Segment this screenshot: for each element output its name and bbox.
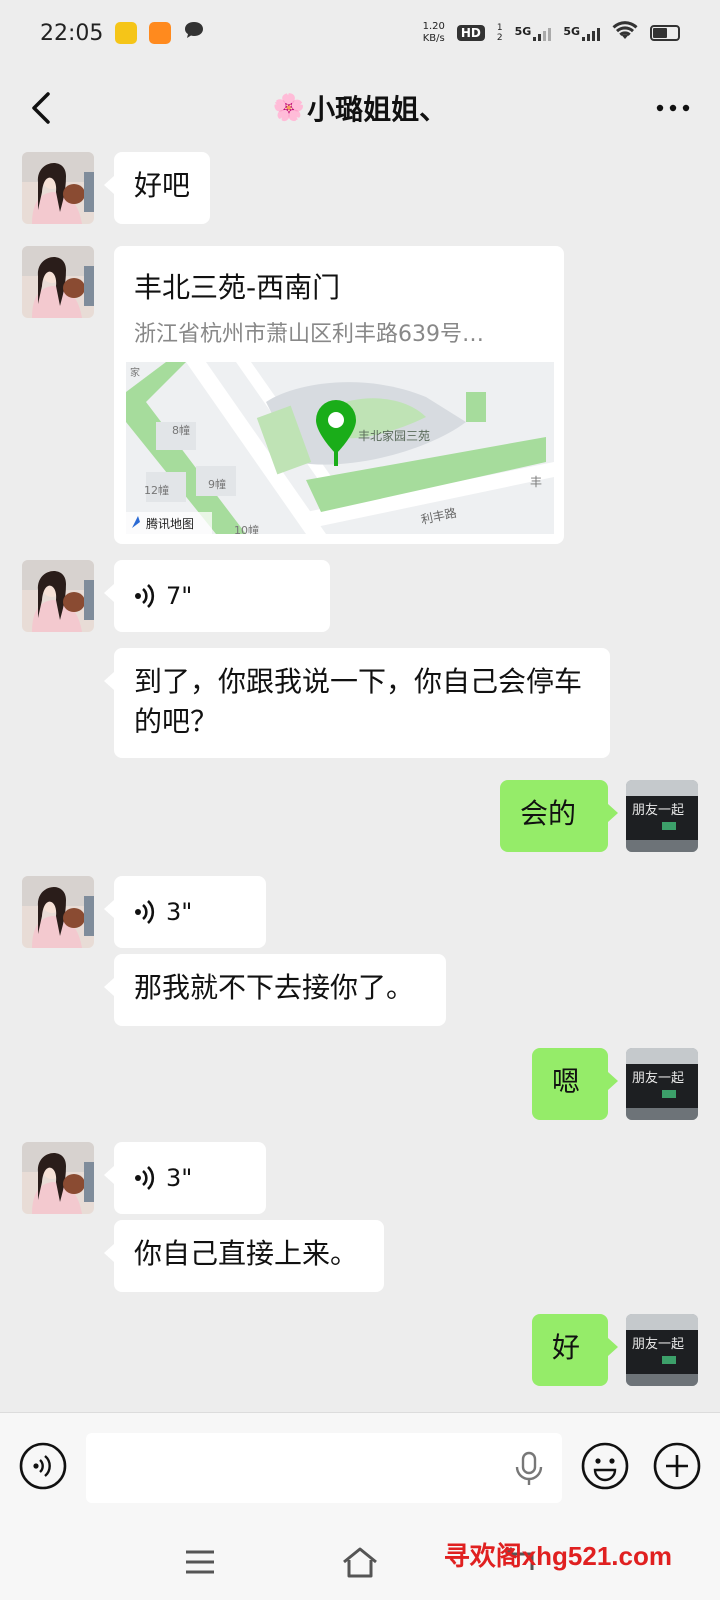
my-avatar[interactable] (626, 780, 698, 852)
map-label-bld8: 8幢 (172, 423, 190, 437)
video-app-notification-icon (149, 22, 172, 44)
status-bar: 22:05 1.20 KB/s HD 1 2 5G 5G (0, 0, 720, 66)
sim2-label: 2 (496, 33, 503, 43)
my-avatar[interactable] (626, 1314, 698, 1386)
message-bubble[interactable]: 到了，你跟我说一下，你自己会停车的吧？ (104, 648, 610, 758)
voice-duration: 7" (166, 582, 193, 610)
net-speed: 1.20 KB/s (422, 21, 445, 44)
voice-wave-icon (135, 1166, 155, 1190)
my-avatar[interactable] (626, 1048, 698, 1120)
battery-icon (650, 25, 680, 41)
location-address: 浙江省杭州市萧山区利丰路639号… (134, 322, 484, 347)
voice-icon (19, 1442, 67, 1490)
more-button[interactable] (648, 86, 698, 130)
contact-avatar[interactable] (22, 1142, 94, 1214)
sim1-label: 1 (496, 23, 503, 33)
contact-avatar[interactable] (22, 246, 94, 318)
home-icon (343, 1547, 377, 1578)
voice-toggle-button[interactable] (18, 1441, 68, 1491)
location-name: 丰北三苑-西南门 (134, 271, 341, 304)
emoji-button[interactable] (580, 1441, 630, 1491)
input-bar (0, 1412, 720, 1523)
message-bubble[interactable]: 好 (532, 1314, 618, 1386)
location-map[interactable]: 家 8幢 9幢 12幢 10幢 丰北家园三苑 利丰路 丰 腾讯地图 (126, 362, 554, 534)
flower-emoji: 🌸 (272, 93, 306, 123)
back-button[interactable] (24, 86, 64, 130)
message-bubble[interactable]: 你自己直接上来。 (104, 1220, 384, 1292)
mic-button[interactable] (512, 1451, 546, 1487)
menu-icon (186, 1550, 214, 1574)
plus-icon (653, 1442, 701, 1490)
nav-home-button[interactable] (340, 1544, 380, 1580)
voice-message[interactable]: 7" (104, 560, 330, 632)
map-label-bld9: 9幢 (208, 477, 226, 491)
voice-wave-icon (135, 584, 155, 608)
voice-message[interactable]: 3" (104, 1142, 266, 1214)
more-dots-icon (656, 104, 690, 112)
chevron-left-icon (32, 92, 50, 124)
voice-duration: 3" (166, 898, 193, 926)
chat-header: 🌸 小璐姐姐、 (0, 66, 720, 150)
map-label-edge: 丰 (530, 475, 542, 489)
message-notification-icon (183, 20, 205, 46)
message-bubble[interactable]: 嗯 (532, 1048, 618, 1120)
message-bubble[interactable]: 那我就不下去接你了。 (104, 954, 446, 1026)
signal-2: 5G (563, 25, 600, 41)
nav-menu-button[interactable] (180, 1544, 220, 1580)
message-bubble[interactable]: 会的 (500, 780, 618, 852)
emoji-icon (581, 1442, 629, 1490)
voice-message[interactable]: 3" (104, 876, 266, 948)
app-notification-icon (115, 22, 138, 44)
wifi-icon (612, 21, 638, 45)
contact-avatar[interactable] (22, 560, 94, 632)
voice-duration: 3" (166, 1164, 193, 1192)
add-button[interactable] (652, 1441, 702, 1491)
status-time: 22:05 (40, 20, 104, 46)
location-card[interactable]: 丰北三苑-西南门 浙江省杭州市萧山区利丰路639号… 家 8幢 9幢 12幢 1… (114, 246, 564, 544)
contact-avatar[interactable] (22, 876, 94, 948)
map-label-bld10: 10幢 (234, 523, 259, 534)
microphone-icon (515, 1451, 543, 1485)
contact-name: 小璐姐姐、 (307, 93, 448, 126)
map-provider: 腾讯地图 (146, 516, 194, 531)
map-label-place: 丰北家园三苑 (358, 428, 430, 443)
message-input[interactable] (86, 1433, 562, 1503)
watermark: 寻欢阁xhg521.com (443, 1541, 672, 1571)
contact-avatar[interactable] (22, 152, 94, 224)
map-label-bld12: 12幢 (144, 483, 169, 497)
map-label-corner: 家 (130, 366, 140, 379)
message-list[interactable]: 好吧 丰北三苑-西南门 浙江省杭州市萧山区利丰路639号… 家 8幢 9幢 12… (0, 150, 720, 1412)
signal-1: 5G (515, 25, 552, 41)
message-bubble[interactable]: 好吧 (103, 152, 211, 224)
hd-badge: HD (456, 25, 485, 41)
voice-wave-icon (135, 900, 155, 924)
page-title: 🌸 小璐姐姐、 (273, 88, 447, 128)
